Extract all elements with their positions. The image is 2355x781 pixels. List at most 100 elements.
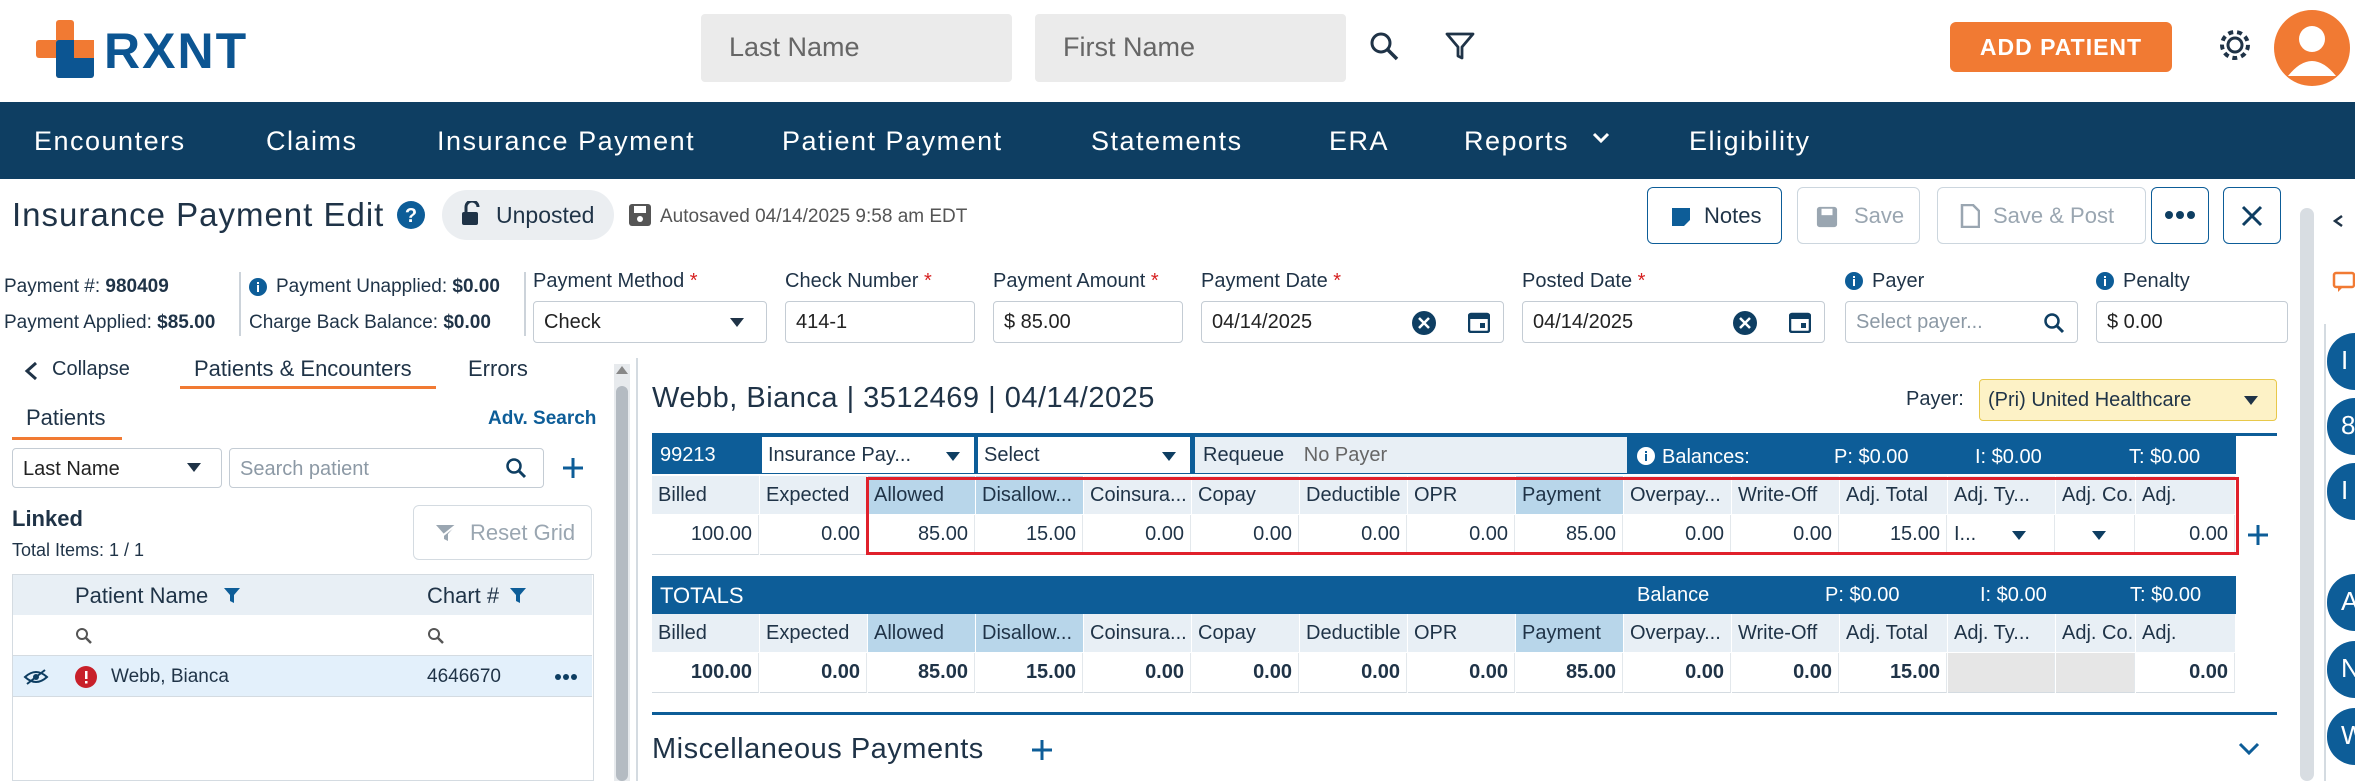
filter-search-icon[interactable] (427, 627, 445, 645)
tab-errors[interactable]: Errors (468, 356, 528, 382)
check-number-input[interactable]: 414-1 (785, 301, 975, 343)
reset-grid-button[interactable]: Reset Grid (413, 505, 592, 560)
left-panel-scrollbar[interactable] (614, 364, 630, 781)
tab-patients-encounters[interactable]: Patients & Encounters (194, 356, 412, 382)
rail-button-label: I (2341, 345, 2349, 375)
tot-grid-cell-5: 0.00 (1192, 653, 1299, 693)
nav-encounters[interactable]: Encounters (34, 126, 186, 157)
scroll-up-icon[interactable] (616, 366, 628, 374)
col-chart-number[interactable]: Chart # (427, 583, 499, 609)
rail-arrow-icon[interactable] (2332, 214, 2344, 228)
rxnt-logo-icon (36, 20, 94, 78)
requeue-label[interactable]: Requeue (1203, 444, 1284, 466)
sort-value: Last Name (23, 458, 120, 480)
column-filter-icon[interactable] (223, 587, 241, 604)
table-row[interactable]: Webb, Bianca 4646670 (13, 655, 592, 697)
filter-icon[interactable] (1444, 30, 1476, 62)
filter-search-icon[interactable] (75, 627, 93, 645)
sort-select[interactable]: Last Name (12, 448, 222, 488)
posted-date-label: Posted Date * (1522, 270, 1646, 292)
clear-date-icon[interactable] (1733, 311, 1757, 335)
rail-button-label: I (2341, 475, 2349, 505)
first-name-search-input[interactable]: First Name (1035, 14, 1346, 82)
payment-unapplied-label: Payment Unapplied: (276, 276, 448, 297)
nav-era[interactable]: ERA (1329, 126, 1389, 157)
calendar-icon[interactable] (1789, 311, 1811, 333)
nav-insurance-payment[interactable]: Insurance Payment (437, 126, 695, 157)
col-patient-name[interactable]: Patient Name (75, 583, 208, 609)
totals-balance-label: Balance (1637, 584, 1710, 606)
app-header: RXNT Last Name First Name ADD PATIENT (0, 0, 2355, 102)
misc-payments-title: Miscellaneous Payments (652, 733, 984, 765)
action-select-value: Select (984, 444, 1040, 466)
eye-hidden-icon[interactable] (23, 668, 49, 686)
payment-type-select[interactable]: Insurance Pay... (762, 437, 974, 473)
totals-balance-i: I: $0.00 (1980, 584, 2047, 606)
chat-icon[interactable] (2332, 270, 2355, 294)
search-icon[interactable] (1368, 30, 1400, 62)
gear-icon[interactable] (2217, 27, 2253, 63)
patient-search-input[interactable]: Search patient (229, 448, 544, 488)
nav-statements[interactable]: Statements (1091, 126, 1243, 157)
last-name-search-input[interactable]: Last Name (701, 14, 1012, 82)
tot-grid-col-4: Coinsura... (1084, 614, 1191, 652)
scroll-thumb[interactable] (616, 386, 628, 781)
payment-method-value: Check (544, 311, 601, 333)
tot-grid-cell-6: 0.00 (1300, 653, 1407, 693)
tot-grid-col-5: Copay (1192, 614, 1299, 652)
procedure-code: 99213 (660, 444, 716, 466)
tot-grid-col-8: Payment (1516, 614, 1623, 652)
avatar[interactable] (2274, 10, 2350, 86)
row-actions-icon[interactable] (555, 674, 577, 680)
payment-applied-label: Payment Applied: (4, 312, 152, 333)
encounter-payer-select[interactable]: (Pri) United Healthcare (1979, 379, 2277, 421)
tot-grid-cell-8: 85.00 (1516, 653, 1623, 693)
nav-claims[interactable]: Claims (266, 126, 358, 157)
chevron-left-icon[interactable] (24, 361, 38, 381)
payment-amount-input[interactable]: $ 85.00 (993, 301, 1183, 343)
patient-search-placeholder: Search patient (240, 458, 369, 480)
save-button[interactable]: Save (1797, 187, 1920, 244)
tot-grid-cell-4: 0.00 (1084, 653, 1191, 693)
tot-grid-cell-1: 0.00 (760, 653, 867, 693)
penalty-input[interactable]: $ 0.00 (2096, 301, 2288, 343)
chargeback-value: $0.00 (443, 312, 491, 333)
search-icon (506, 458, 527, 479)
save-disk-icon (629, 204, 651, 226)
nav-patient-payment[interactable]: Patient Payment (782, 126, 1003, 157)
add-line-icon[interactable] (2247, 524, 2269, 546)
payment-number-value: 980409 (105, 276, 169, 297)
chargeback-balance: Charge Back Balance: $0.00 (249, 312, 491, 334)
svg-text:?: ? (405, 205, 417, 227)
posted-date-input[interactable]: 04/14/2025 (1522, 301, 1825, 343)
save-and-post-button[interactable]: Save & Post (1937, 187, 2146, 244)
column-filter-icon[interactable] (509, 587, 527, 604)
clear-date-icon[interactable] (1412, 311, 1436, 335)
payer-search-input[interactable]: Select payer... (1845, 301, 2078, 343)
calendar-icon[interactable] (1468, 311, 1490, 333)
close-button[interactable] (2223, 187, 2281, 244)
highlight-box (866, 477, 2239, 555)
adv-search-link[interactable]: Adv. Search (488, 408, 596, 430)
nav-reports[interactable]: Reports (1464, 126, 1569, 157)
caret-down-icon (187, 463, 201, 472)
nav-eligibility[interactable]: Eligibility (1689, 126, 1811, 157)
add-icon[interactable] (562, 457, 584, 479)
help-icon[interactable]: ? (396, 200, 426, 230)
collapse-button[interactable]: Collapse (52, 358, 130, 381)
add-patient-button[interactable]: ADD PATIENT (1950, 22, 2172, 72)
payment-date-input[interactable]: 04/14/2025 (1201, 301, 1504, 343)
notes-button[interactable]: Notes (1647, 187, 1782, 244)
balance-i: I: $0.00 (1975, 446, 2042, 468)
page-scrollbar[interactable] (2300, 208, 2314, 781)
notes-icon (1672, 208, 1690, 226)
enc-grid-col-0: Billed (652, 476, 759, 514)
penalty-label: Penalty (2123, 270, 2190, 292)
more-actions-button[interactable] (2151, 187, 2209, 244)
notes-label: Notes (1704, 203, 1762, 228)
chevron-down-icon[interactable] (2238, 742, 2260, 756)
action-select[interactable]: Select (978, 437, 1190, 473)
linked-heading: Linked (12, 506, 83, 531)
payment-method-select[interactable]: Check (533, 301, 767, 343)
add-misc-payment-icon[interactable] (1031, 739, 1053, 761)
